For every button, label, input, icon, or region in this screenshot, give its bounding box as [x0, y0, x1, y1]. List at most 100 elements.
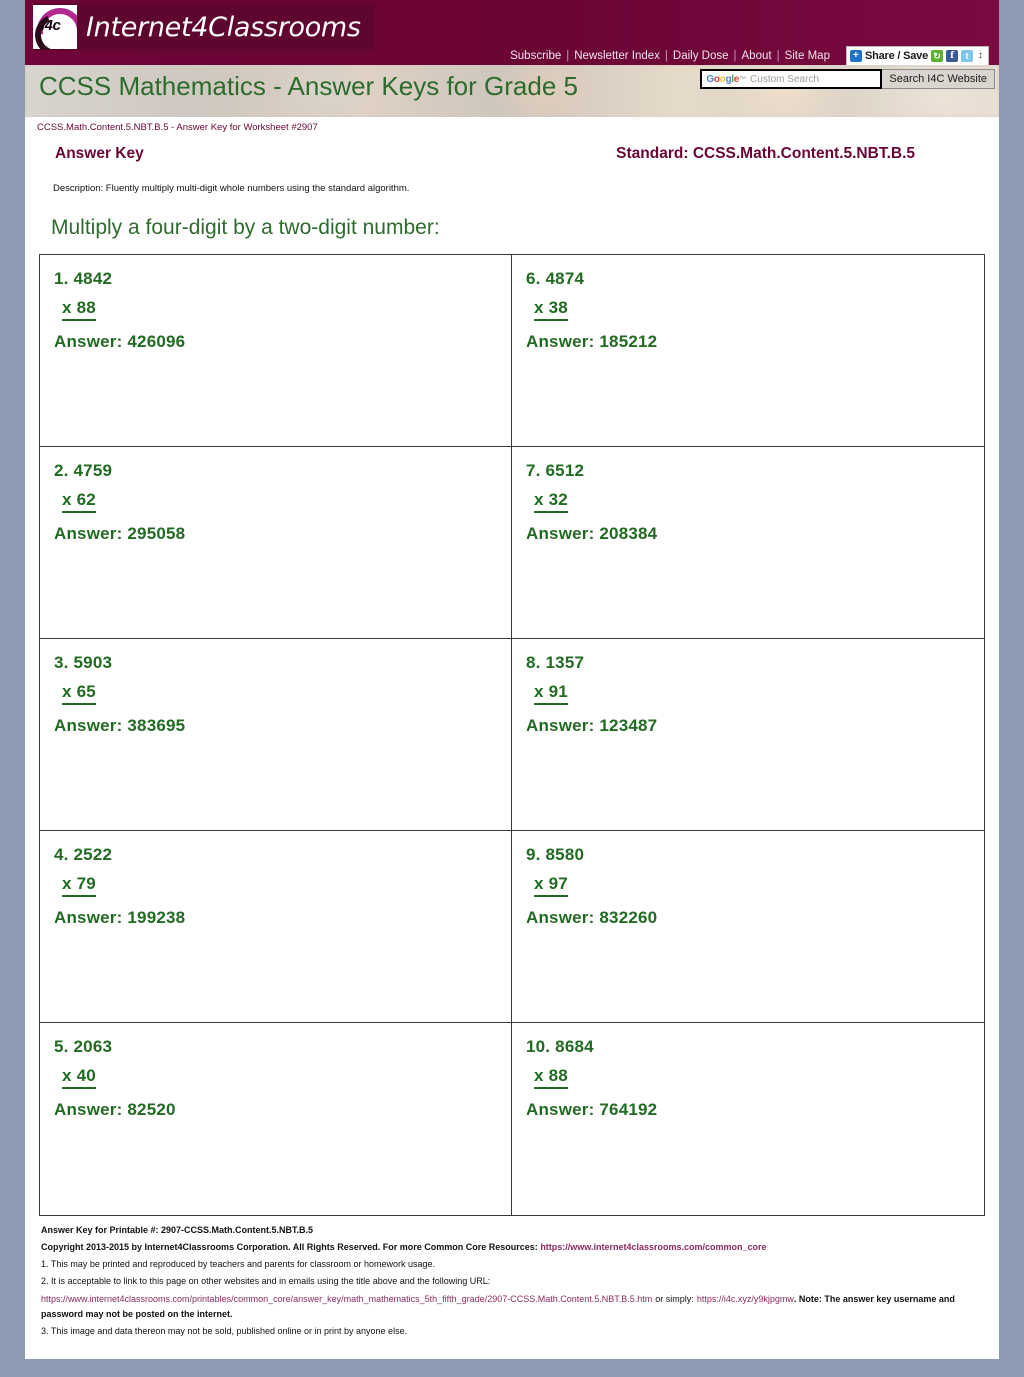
problem-multiplicand-line: 6. 4874 — [526, 269, 984, 289]
site-header-bar: i4c Internet4Classrooms Subscribe | News… — [25, 0, 999, 65]
problem-multiplier: x 79 — [62, 874, 96, 897]
footer-note-3: 3. This image and data thereon may not b… — [41, 1326, 408, 1337]
problem-number: 4. — [54, 845, 69, 864]
problem-number: 2. — [54, 461, 69, 480]
problem-multiplicand: 5903 — [73, 653, 113, 672]
problem-multiplicand-line: 8. 1357 — [526, 653, 984, 673]
problem-answer: Answer: 199238 — [54, 908, 186, 927]
problem-multiplicand-line: 4. 2522 — [54, 845, 511, 865]
problem-cell: 3. 5903 x 65 Answer: 383695 — [40, 639, 512, 831]
site-brand[interactable]: i4c Internet4Classrooms — [33, 3, 375, 51]
problem-cell: 6. 4874 x 38 Answer: 185212 — [512, 255, 984, 447]
worksheet-subcaption: CCSS.Math.Content.5.NBT.B.5 - Answer Key… — [37, 122, 318, 133]
problem-multiplier: x 32 — [534, 490, 568, 513]
problem-number: 1. — [54, 269, 69, 288]
long-url-link[interactable]: https://www.internet4classrooms.com/prin… — [41, 1294, 652, 1304]
nav-item-newsletter-index[interactable]: Newsletter Index — [570, 50, 664, 62]
problem-number: 3. — [54, 653, 69, 672]
nav-item-site-map[interactable]: Site Map — [781, 50, 834, 62]
page-title: CCSS Mathematics - Answer Keys for Grade… — [39, 71, 578, 101]
problem-multiplicand: 2063 — [73, 1037, 113, 1056]
nav-item-subscribe[interactable]: Subscribe — [506, 50, 565, 62]
short-url-link[interactable]: https://i4c.xyz/y9kjpgmw — [697, 1294, 794, 1304]
footer-note-1: 1. This may be printed and reproduced by… — [41, 1258, 436, 1269]
i4c-logo-icon: i4c — [33, 5, 77, 49]
copyright-text: Copyright 2013-2015 by Internet4Classroo… — [41, 1241, 538, 1252]
problem-cell: 5. 2063 x 40 Answer: 82520 — [40, 1023, 512, 1215]
problem-multiplier: x 97 — [534, 874, 568, 897]
problem-answer: Answer: 426096 — [54, 332, 186, 351]
problem-answer: Answer: 123487 — [526, 716, 658, 735]
problem-answer: Answer: 383695 — [54, 716, 186, 735]
problem-answer: Answer: 82520 — [54, 1100, 176, 1119]
share-save-widget[interactable]: + Share / Save ↻ f t ↕ — [845, 46, 989, 65]
footer-note-2: 2. It is acceptable to link to this page… — [41, 1275, 491, 1286]
problem-multiplicand: 8684 — [555, 1037, 594, 1056]
problem-number: 5. — [54, 1037, 69, 1056]
search-placeholder: Custom Search — [750, 73, 819, 85]
problem-multiplicand: 4842 — [73, 269, 113, 288]
printable-id-line: Answer Key for Printable #: 2907-CCSS.Ma… — [41, 1225, 314, 1235]
problem-answer: Answer: 832260 — [526, 908, 658, 927]
problem-multiplicand: 6512 — [545, 461, 585, 480]
problem-multiplier: x 65 — [62, 682, 96, 705]
google-logo-icon: Google — [706, 74, 739, 85]
top-navigation: Subscribe | Newsletter Index | Daily Dos… — [506, 46, 989, 65]
problem-number: 8. — [526, 653, 541, 672]
page-container: i4c Internet4Classrooms Subscribe | News… — [25, 0, 999, 1359]
nav-item-daily-dose[interactable]: Daily Dose — [669, 50, 733, 62]
logo-text: i4c — [41, 17, 61, 34]
common-core-link[interactable]: https://www.internet4classrooms.com/comm… — [540, 1242, 766, 1252]
answer-key-header: Answer Key Standard: CCSS.Math.Content.5… — [25, 133, 999, 163]
problem-multiplier: x 91 — [534, 682, 568, 705]
problem-multiplicand-line: 7. 6512 — [526, 461, 984, 481]
site-search: Google ™ Custom Search Search I4C Website — [700, 69, 995, 89]
problem-answer: Answer: 764192 — [526, 1100, 658, 1119]
problem-grid: 1. 4842 x 88 Answer: 426096 6. 4874 x 38… — [39, 254, 985, 1216]
instruction-text: Multiply a four-digit by a two-digit num… — [51, 216, 440, 239]
problem-number: 6. — [526, 269, 541, 288]
problem-answer: Answer: 208384 — [526, 524, 658, 543]
google-letter-g: G — [706, 73, 714, 85]
hero-banner: CCSS Mathematics - Answer Keys for Grade… — [25, 65, 999, 117]
search-submit-button[interactable]: Search I4C Website — [882, 69, 995, 89]
or-simply-text: or simply: — [655, 1293, 694, 1304]
problem-number: 10. — [526, 1037, 551, 1056]
twitter-icon[interactable]: t — [961, 50, 973, 62]
problem-multiplicand: 4759 — [73, 461, 113, 480]
problem-multiplier: x 40 — [62, 1066, 96, 1089]
problem-number: 9. — [526, 845, 541, 864]
problem-multiplicand: 2522 — [73, 845, 113, 864]
more-options-icon[interactable]: ↕ — [976, 50, 985, 62]
problem-multiplier: x 88 — [62, 298, 96, 321]
trademark-symbol: ™ — [739, 75, 747, 83]
problem-answer: Answer: 185212 — [526, 332, 658, 351]
brand-name: Internet4Classrooms — [86, 11, 361, 43]
facebook-icon[interactable]: f — [946, 50, 958, 62]
problem-multiplier: x 62 — [62, 490, 96, 513]
problem-multiplicand-line: 9. 8580 — [526, 845, 984, 865]
problem-cell: 2. 4759 x 62 Answer: 295058 — [40, 447, 512, 639]
problem-number: 7. — [526, 461, 541, 480]
problem-multiplier: x 88 — [534, 1066, 568, 1089]
problem-multiplicand-line: 3. 5903 — [54, 653, 511, 673]
share-save-label: Share / Save — [864, 50, 928, 62]
problem-cell: 4. 2522 x 79 Answer: 199238 — [40, 831, 512, 1023]
problem-multiplicand-line: 10. 8684 — [526, 1037, 984, 1057]
problem-multiplicand: 1357 — [545, 653, 585, 672]
problem-multiplicand-line: 2. 4759 — [54, 461, 511, 481]
problem-multiplicand: 8580 — [545, 845, 585, 864]
standard-description: Description: Fluently multiply multi-dig… — [53, 183, 410, 194]
problem-multiplier: x 38 — [534, 298, 568, 321]
page-footer: Answer Key for Printable #: 2907-CCSS.Ma… — [25, 1216, 999, 1339]
copyright-line: Copyright 2013-2015 by Internet4Classroo… — [41, 1241, 985, 1255]
nav-item-about[interactable]: About — [738, 50, 776, 62]
footer-note-2-urls: https://www.internet4classrooms.com/prin… — [41, 1292, 985, 1323]
problem-cell: 8. 1357 x 91 Answer: 123487 — [512, 639, 984, 831]
problem-cell: 10. 8684 x 88 Answer: 764192 — [512, 1023, 984, 1215]
problem-multiplicand-line: 5. 2063 — [54, 1037, 511, 1057]
addthis-icon[interactable]: ↻ — [931, 50, 943, 62]
problem-multiplicand: 4874 — [545, 269, 585, 288]
answer-key-label: Answer Key — [55, 145, 144, 162]
search-input[interactable]: Google ™ Custom Search — [700, 69, 883, 89]
